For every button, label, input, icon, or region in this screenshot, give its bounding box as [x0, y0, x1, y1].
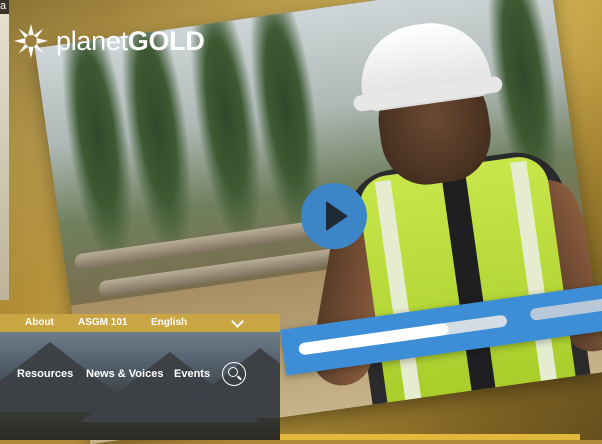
logo-word-bold: GOLD: [127, 25, 205, 56]
search-icon[interactable]: [222, 362, 246, 386]
bottom-gold-bar: [280, 434, 580, 440]
language-selector[interactable]: English: [151, 317, 187, 328]
nav-about[interactable]: About: [25, 317, 54, 328]
nav-events[interactable]: Events: [174, 368, 210, 380]
play-icon[interactable]: [300, 183, 367, 250]
site-logo[interactable]: planetGOLD: [12, 22, 205, 60]
corner-text: a: [0, 0, 7, 12]
nav-panel: About ASGM 101 English Resources News & …: [0, 314, 280, 440]
logo-word-light: planet: [56, 25, 128, 56]
left-edge-strip: [0, 0, 9, 300]
progress-fill: [298, 322, 450, 356]
nav-news-voices[interactable]: News & Voices: [86, 368, 163, 380]
logo-wordmark: planetGOLD: [56, 26, 205, 57]
utility-bar: About ASGM 101 English: [0, 314, 280, 332]
progress-buffer: [529, 297, 602, 321]
chevron-down-icon[interactable]: [231, 315, 244, 328]
nav-resources[interactable]: Resources: [17, 368, 73, 380]
nav-asgm-101[interactable]: ASGM 101: [78, 317, 127, 328]
planetgold-logo-icon: [13, 23, 49, 59]
search-handle: [237, 375, 242, 381]
main-nav: Resources News & Voices Events: [0, 332, 280, 440]
